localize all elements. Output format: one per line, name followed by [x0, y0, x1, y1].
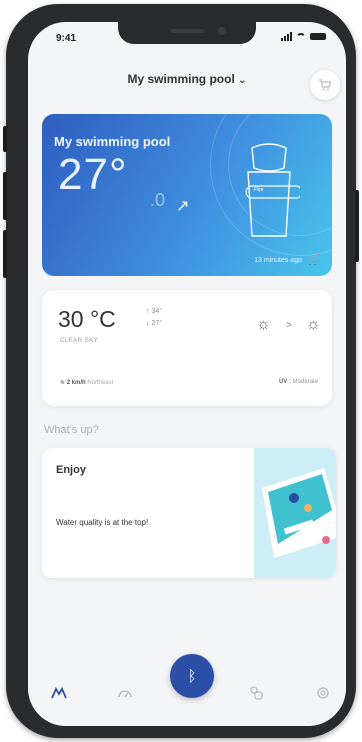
forecast-arrow-icon: > [286, 320, 292, 331]
air-temperature: 30 °C [58, 306, 116, 332]
phone-frame: 9:41 My swimming pool ⌄ My swimming pool… [3, 4, 359, 738]
wind-speed: 2 km/h [66, 380, 86, 386]
cart-button[interactable] [310, 70, 340, 100]
wifi-icon [296, 33, 306, 40]
power-button [355, 190, 359, 262]
status-time: 9:41 [56, 33, 77, 44]
wind-direction: Northeast [87, 380, 114, 386]
water-temperature-decimal: .0 [150, 190, 166, 210]
bluetooth-button[interactable]: ᛒ [170, 654, 214, 698]
settings-tab-icon[interactable] [308, 678, 338, 708]
shop-tab-icon[interactable] [242, 678, 272, 708]
wind-icon: ≋ [60, 380, 66, 386]
wind-info: ≋ 2 km/h Northeast [60, 379, 113, 386]
tab-bar: ᛒ [28, 654, 346, 726]
sun-forecast-icon: ☼ [306, 316, 321, 333]
uv-info: UV : Moderate [279, 379, 318, 385]
app-screen: 9:41 My swimming pool ⌄ My swimming pool… [28, 22, 346, 726]
pool-card-title: My swimming pool [54, 134, 171, 149]
gauge-tab-icon[interactable] [110, 678, 140, 708]
last-updated: 13 minutes ago [254, 257, 302, 264]
battery-icon [310, 33, 326, 40]
sun-icon: ☼ [256, 316, 271, 333]
status-icons [281, 32, 326, 41]
camera [218, 27, 226, 35]
pool-status-card[interactable]: My swimming pool 27° .0 ↗ Flipr 13 minut… [42, 114, 332, 276]
trend-up-arrow-icon: ↗ [176, 198, 190, 215]
shop-cart-icon[interactable]: 🛒 [308, 255, 320, 266]
temperature-low: ↓ 27° [146, 320, 163, 327]
bluetooth-icon: ᛒ [187, 667, 197, 685]
news-text: Water quality is at the top! [56, 518, 149, 527]
section-title: What's up? [44, 424, 99, 436]
pool-selector[interactable]: My swimming pool ⌄ [28, 72, 346, 86]
pool-selector-label: My swimming pool [127, 72, 235, 86]
volume-up-button [3, 172, 7, 220]
water-temperature: 27° [58, 150, 128, 199]
notch [118, 22, 256, 44]
device-label: Flipr [254, 187, 264, 193]
volume-down-button [3, 230, 7, 278]
chevron-down-icon: ⌄ [238, 75, 247, 86]
weather-card[interactable]: 30 °C ↑ 34° ↓ 27° CLEAR SKY ☼ > ☼ ≋ 2 km… [42, 290, 332, 406]
signal-icon [281, 32, 292, 41]
news-title: Enjoy [56, 464, 86, 476]
pool-illustration [254, 448, 336, 578]
cart-icon [319, 79, 332, 91]
mute-switch [3, 126, 7, 152]
temperature-high: ↑ 34° [146, 308, 163, 315]
flipr-device-icon [245, 143, 300, 237]
uv-value: Moderate [292, 379, 318, 385]
speaker [170, 29, 204, 33]
news-card[interactable]: Enjoy Water quality is at the top! [42, 448, 336, 578]
uv-label: UV : [278, 379, 291, 385]
weather-condition: CLEAR SKY [60, 338, 99, 344]
home-tab-icon[interactable] [44, 678, 74, 708]
